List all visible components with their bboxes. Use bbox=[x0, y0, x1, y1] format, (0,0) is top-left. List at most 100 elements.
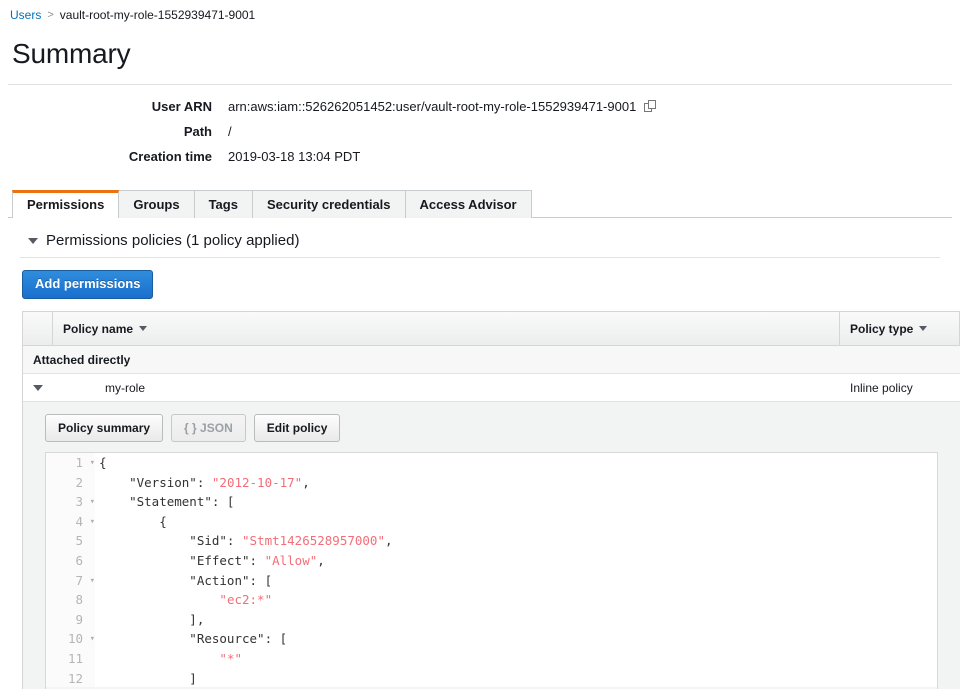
code-line-number: 1 ▾ bbox=[46, 453, 95, 473]
code-token: ], bbox=[99, 611, 205, 627]
breadcrumb-current: vault-root-my-role-1552939471-9001 bbox=[59, 8, 256, 22]
code-string-literal: "2012-10-17" bbox=[211, 474, 303, 490]
policy-json-editor[interactable]: 1 ▾{2 "Version": "2012-10-17", 3 ▾ "Stateme… bbox=[45, 452, 938, 689]
copy-icon-front-sheet bbox=[648, 100, 657, 109]
code-gutter-spacer bbox=[86, 550, 95, 571]
code-line-text: "Statement": [ bbox=[95, 492, 234, 512]
page-title: Summary bbox=[12, 38, 131, 69]
detail-row-path: Path / bbox=[0, 124, 960, 139]
add-permissions-button-wrap: Add permissions bbox=[0, 258, 960, 299]
code-fold-icon[interactable]: ▾ bbox=[90, 454, 95, 474]
table-row[interactable]: my-role Inline policy bbox=[23, 374, 960, 402]
breadcrumb: Users > vault-root-my-role-1552939471-90… bbox=[0, 0, 960, 28]
code-line-text: "Version": "2012-10-17", bbox=[95, 473, 310, 493]
code-line-number: 7 ▾ bbox=[46, 570, 95, 591]
table-group-row-attached-directly: Attached directly bbox=[23, 346, 960, 374]
tab-tags[interactable]: Tags bbox=[193, 190, 253, 218]
detail-value-user-arn: arn:aws:iam::526262051452:user/vault-roo… bbox=[228, 99, 657, 114]
tab-bar: Permissions Groups Tags Security credent… bbox=[8, 190, 952, 219]
code-line: 6 "Effect": "Allow", bbox=[46, 550, 937, 571]
code-token: ] bbox=[99, 670, 197, 686]
detail-label-path: Path bbox=[183, 124, 212, 139]
code-line-number: 11 bbox=[46, 648, 86, 669]
detail-value-path: / bbox=[228, 124, 232, 139]
tab-access-advisor[interactable]: Access Advisor bbox=[404, 190, 532, 218]
column-header-policy-name[interactable]: Policy name bbox=[53, 312, 840, 345]
tab-permissions[interactable]: Permissions bbox=[12, 190, 120, 219]
code-line-number: 12 bbox=[46, 668, 86, 689]
code-line: 9 ], bbox=[46, 609, 937, 630]
code-line-number: 9 bbox=[46, 609, 86, 630]
detail-value-creation-time: 2019-03-18 13:04 PDT bbox=[228, 149, 361, 164]
code-line-text: "Sid": "Stmt1426528957000", bbox=[95, 531, 393, 551]
policy-detail-panel: Policy summary { } JSON Edit policy 1 ▾ {2… bbox=[23, 402, 960, 689]
sort-descending-icon bbox=[139, 326, 148, 331]
code-line: 2 "Version": "2012-10-17", bbox=[46, 472, 937, 493]
code-fold-icon[interactable]: ▾ bbox=[90, 493, 95, 513]
detail-label-creation-time: Creation time bbox=[128, 149, 212, 164]
code-string-literal: "ec2:*" bbox=[219, 592, 273, 608]
tab-groups[interactable]: Groups bbox=[118, 190, 195, 218]
row-expand-toggle[interactable] bbox=[23, 384, 53, 391]
code-token: , bbox=[385, 533, 393, 549]
code-token: "Version": bbox=[99, 474, 212, 490]
select-all-header-cell[interactable] bbox=[23, 312, 53, 345]
code-line-number: 8 bbox=[46, 590, 86, 610]
code-line: 10 ▾ "Resource": [ bbox=[46, 629, 937, 649]
chevron-down-icon[interactable] bbox=[28, 237, 38, 244]
detail-row-creation-time: Creation time 2019-03-18 13:04 PDT bbox=[0, 149, 960, 164]
policy-view-button-group: Policy summary { } JSON Edit policy bbox=[45, 414, 960, 442]
breadcrumb-separator-icon: > bbox=[47, 9, 54, 21]
user-arn-text: arn:aws:iam::526262051452:user/vault-roo… bbox=[228, 99, 637, 114]
code-token: "Action": [ bbox=[99, 572, 273, 588]
code-fold-icon[interactable]: ▾ bbox=[90, 572, 95, 592]
code-line: 11 "*" bbox=[46, 648, 937, 669]
code-line-text: { bbox=[95, 453, 107, 473]
code-line-number: 6 bbox=[46, 550, 86, 571]
policy-json-button[interactable]: { } JSON bbox=[171, 414, 246, 442]
code-line-text: "*" bbox=[95, 649, 242, 669]
column-header-policy-type-label: Policy type bbox=[850, 321, 914, 336]
edit-policy-button[interactable]: Edit policy bbox=[253, 414, 341, 442]
code-token: "Statement": [ bbox=[99, 494, 235, 510]
policy-summary-button[interactable]: Policy summary bbox=[45, 414, 164, 442]
code-gutter-spacer bbox=[86, 472, 95, 493]
code-line: 7 ▾ "Action": [ bbox=[46, 570, 937, 591]
code-gutter-spacer bbox=[86, 590, 95, 610]
code-line-text: ] bbox=[95, 669, 197, 689]
code-token: { bbox=[99, 513, 167, 529]
table-header-row: Policy name Policy type bbox=[23, 312, 960, 346]
detail-row-user-arn: User ARN arn:aws:iam::526262051452:user/… bbox=[0, 99, 960, 114]
sort-descending-icon bbox=[919, 326, 928, 331]
permissions-policies-title: Permissions policies (1 policy applied) bbox=[46, 232, 300, 249]
permissions-policies-section-header: Permissions policies (1 policy applied) bbox=[28, 232, 960, 249]
code-token: "Resource": [ bbox=[99, 631, 288, 647]
code-token: , bbox=[317, 552, 325, 568]
copy-icon[interactable] bbox=[644, 100, 657, 113]
cell-policy-name: my-role bbox=[105, 380, 146, 395]
code-line-text: "Resource": [ bbox=[95, 629, 287, 649]
code-string-literal: "*" bbox=[219, 650, 242, 666]
code-line-number: 10 ▾ bbox=[46, 629, 95, 649]
code-gutter-spacer bbox=[86, 648, 95, 669]
code-gutter-spacer bbox=[86, 609, 95, 630]
policies-table: Policy name Policy type Attached directl… bbox=[22, 311, 960, 689]
code-line: 4 ▾ { bbox=[46, 511, 937, 533]
code-token: "Effect": bbox=[99, 552, 265, 568]
code-fold-icon[interactable]: ▾ bbox=[90, 513, 95, 533]
policy-json-code[interactable]: 1 ▾{2 "Version": "2012-10-17", 3 ▾ "Stateme… bbox=[46, 453, 937, 689]
column-header-policy-type[interactable]: Policy type bbox=[840, 312, 960, 345]
code-line: 1 ▾ { bbox=[46, 453, 937, 473]
tab-security-credentials[interactable]: Security credentials bbox=[251, 190, 406, 218]
code-fold-icon[interactable]: ▾ bbox=[90, 630, 95, 650]
code-line: 3 ▾ "Statement": [ bbox=[46, 492, 937, 512]
column-header-policy-name-label: Policy name bbox=[63, 321, 134, 336]
breadcrumb-link-users[interactable]: Users bbox=[10, 8, 41, 22]
code-line-number: 3 ▾ bbox=[46, 492, 95, 512]
user-details: User ARN arn:aws:iam::526262051452:user/… bbox=[0, 85, 960, 184]
add-permissions-button[interactable]: Add permissions bbox=[22, 270, 154, 299]
code-line-text: "Effect": "Allow", bbox=[95, 551, 325, 571]
code-gutter-spacer bbox=[86, 531, 95, 551]
